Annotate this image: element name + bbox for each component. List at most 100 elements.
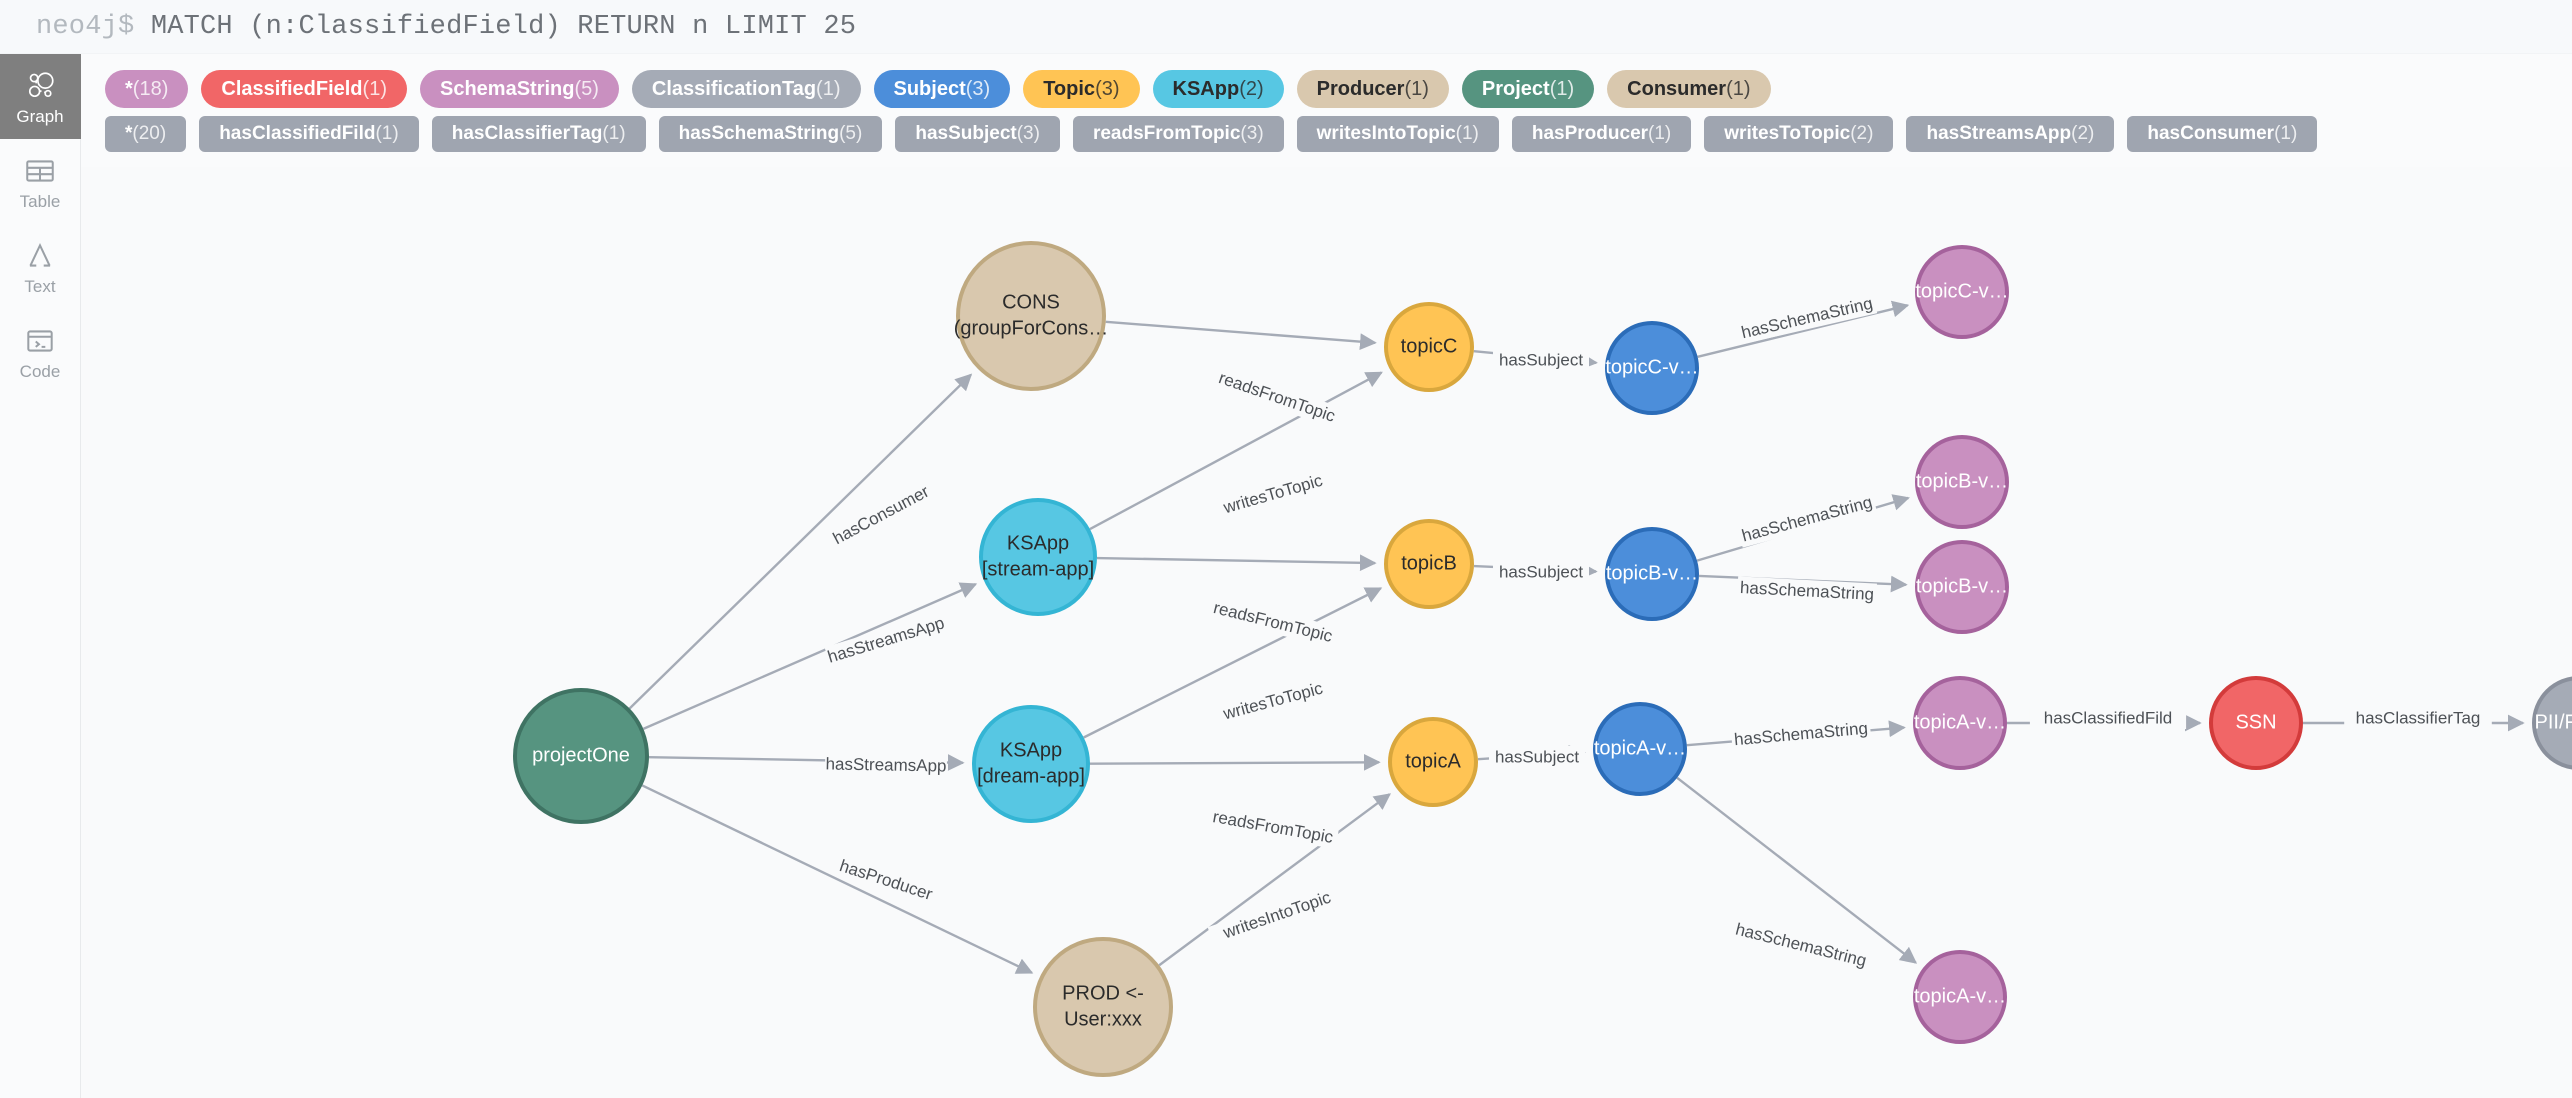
chip-count: (1) bbox=[1726, 77, 1751, 100]
graph-edge[interactable] bbox=[1096, 554, 1377, 572]
chip-count: (1) bbox=[375, 122, 399, 144]
node-circle[interactable] bbox=[2209, 676, 2303, 770]
graph-canvas[interactable]: hasConsumer hasStreamsApp hasStreamsApp has… bbox=[81, 167, 2572, 1098]
label-chip-SchemaString[interactable]: SchemaString (5) bbox=[419, 69, 619, 108]
graph-edge[interactable] bbox=[641, 784, 1034, 974]
graph-node-projectOne[interactable]: projectOne bbox=[513, 688, 649, 824]
graph-node-prod[interactable]: PROD <-User:xxx bbox=[1033, 937, 1173, 1077]
label-chip-Consumer[interactable]: Consumer (1) bbox=[1607, 69, 1771, 108]
neo4j-browser-graph-view: neo4j$ MATCH (n:ClassifiedField) RETURN … bbox=[0, 0, 2572, 1098]
chip-name: ClassifiedField bbox=[221, 77, 363, 100]
edge-line bbox=[1105, 320, 1377, 351]
graph-edge[interactable] bbox=[628, 373, 973, 710]
edge-label-group: hasSchemaString bbox=[1737, 576, 1877, 606]
label-chip-Producer[interactable]: Producer (1) bbox=[1296, 69, 1449, 108]
graph-node-schB1[interactable]: topicB-v… bbox=[1915, 435, 2009, 529]
chip-count: (5) bbox=[574, 77, 599, 100]
graph-node-ssn[interactable]: SSN bbox=[2209, 676, 2303, 770]
node-circle[interactable] bbox=[956, 241, 1106, 391]
graph-node-subjB[interactable]: topicB-v… bbox=[1605, 527, 1699, 621]
legend-area: * (18) ClassifiedField (1) SchemaString (5) Cl… bbox=[81, 54, 2572, 167]
chip-name: ClassificationTag bbox=[651, 77, 817, 100]
edge-label-group: readsFromTopic bbox=[1206, 804, 1340, 850]
node-circle[interactable] bbox=[1913, 950, 2007, 1044]
edge-label-backdrop bbox=[1493, 349, 1589, 371]
sidebar-item-graph[interactable]: Graph bbox=[0, 54, 81, 139]
graph-node-schC1[interactable]: topicC-v… bbox=[1915, 245, 2009, 339]
sidebar-item-text[interactable]: Text bbox=[0, 224, 81, 309]
label-chip-KSApp[interactable]: KSApp (2) bbox=[1152, 69, 1284, 108]
chip-name: hasClassifiedFild bbox=[219, 122, 376, 144]
query-text: neo4j$ MATCH (n:ClassifiedField) RETURN … bbox=[36, 12, 856, 42]
relationship-chip-hasStreamsApp[interactable]: hasStreamsApp (2) bbox=[1906, 115, 2115, 152]
sidebar-item-label: Table bbox=[19, 191, 61, 211]
node-circle[interactable] bbox=[1605, 321, 1699, 415]
chip-name: KSApp bbox=[1172, 77, 1240, 100]
graph-edge[interactable] bbox=[642, 582, 978, 730]
relationship-chip-hasClassifiedFild[interactable]: hasClassifiedFild (1) bbox=[199, 115, 419, 152]
node-circle[interactable] bbox=[2532, 676, 2572, 770]
label-chip-ClassifiedField[interactable]: ClassifiedField (1) bbox=[201, 69, 407, 108]
edge-label-backdrop bbox=[1211, 674, 1335, 728]
graph-node-topicB[interactable]: topicB bbox=[1384, 519, 1474, 609]
node-circle[interactable] bbox=[1915, 245, 2009, 339]
relationship-chip-hasClassifierTag[interactable]: hasClassifierTag (1) bbox=[431, 115, 646, 152]
graph-node-cons[interactable]: CONS(groupForCons… bbox=[954, 241, 1109, 391]
chip-count: (2) bbox=[1850, 122, 1874, 144]
chip-count: (2) bbox=[2071, 122, 2095, 144]
relationship-chip-all[interactable]: * (20) bbox=[105, 115, 187, 152]
graph-node-schB2[interactable]: topicB-v… bbox=[1915, 540, 2009, 634]
node-circle[interactable] bbox=[1384, 302, 1474, 392]
node-circle[interactable] bbox=[1033, 937, 1173, 1077]
node-circle[interactable] bbox=[972, 705, 1090, 823]
edge-label-backdrop bbox=[1489, 746, 1585, 768]
graph-node-ksappStream[interactable]: KSApp[stream-app] bbox=[979, 498, 1097, 616]
sidebar-item-table[interactable]: Table bbox=[0, 139, 81, 224]
graph-node-topicA[interactable]: topicA bbox=[1388, 717, 1478, 807]
node-circle[interactable] bbox=[1605, 527, 1699, 621]
edge-label-backdrop bbox=[829, 480, 933, 550]
label-chip-Subject[interactable]: Subject (3) bbox=[873, 69, 1011, 108]
relationship-chip-writesIntoTopic[interactable]: writesIntoTopic (1) bbox=[1296, 115, 1499, 152]
relationship-chip-readsFromTopic[interactable]: readsFromTopic (3) bbox=[1072, 115, 1284, 152]
relationship-chip-hasConsumer[interactable]: hasConsumer (1) bbox=[2127, 115, 2318, 152]
node-circle[interactable] bbox=[1913, 676, 2007, 770]
node-circle[interactable] bbox=[979, 498, 1097, 616]
label-chip-Topic[interactable]: Topic (3) bbox=[1023, 69, 1140, 108]
label-chip-all[interactable]: * (18) bbox=[105, 69, 189, 108]
node-circle[interactable] bbox=[1915, 435, 2009, 529]
graph-node-topicC[interactable]: topicC bbox=[1384, 302, 1474, 392]
edge-label-backdrop bbox=[1737, 576, 1877, 606]
view-mode-sidebar: Graph Table Text Code bbox=[0, 54, 81, 1098]
node-circle[interactable] bbox=[1915, 540, 2009, 634]
sidebar-item-code[interactable]: Code bbox=[0, 309, 81, 394]
node-circle[interactable] bbox=[1384, 519, 1474, 609]
graph-node-schA2[interactable]: topicA-v… bbox=[1913, 950, 2007, 1044]
graph-node-subjA[interactable]: topicA-v… bbox=[1593, 702, 1687, 796]
label-chip-Project[interactable]: Project (1) bbox=[1461, 69, 1595, 108]
graph-node-schA1[interactable]: topicA-v… bbox=[1913, 676, 2007, 770]
graph-edge[interactable] bbox=[1089, 753, 1381, 771]
node-circle[interactable] bbox=[1593, 702, 1687, 796]
node-circle[interactable] bbox=[1388, 717, 1478, 807]
chip-count: (1) bbox=[816, 77, 841, 100]
edge-label-backdrop bbox=[832, 853, 940, 907]
edge-label-group: hasStreamsApp bbox=[824, 752, 948, 778]
relationship-chip-writesToTopic[interactable]: writesToTopic (2) bbox=[1704, 115, 1894, 152]
graph-node-subjC[interactable]: topicC-v… bbox=[1605, 321, 1699, 415]
query-bar[interactable]: neo4j$ MATCH (n:ClassifiedField) RETURN … bbox=[0, 0, 2572, 54]
edge-label-group: writesToTopic bbox=[1211, 674, 1335, 728]
graph-node-ksappDream[interactable]: KSApp[dream-app] bbox=[972, 705, 1090, 823]
relationship-chip-hasSchemaString[interactable]: hasSchemaString (5) bbox=[658, 115, 883, 152]
relationship-chip-hasSubject[interactable]: hasSubject (3) bbox=[895, 115, 1060, 152]
edge-label-group: readsFromTopic bbox=[1211, 365, 1343, 429]
graph-node-pii[interactable]: PII/Fina… bbox=[2532, 676, 2572, 770]
label-chip-ClassificationTag[interactable]: ClassificationTag (1) bbox=[631, 69, 861, 108]
table-icon bbox=[23, 154, 57, 188]
edge-label-backdrop bbox=[1737, 490, 1877, 548]
graph-svg[interactable]: hasConsumer hasStreamsApp hasStreamsApp has… bbox=[81, 167, 2572, 1098]
edge-label-backdrop bbox=[1211, 466, 1335, 522]
graph-edge[interactable] bbox=[1105, 320, 1377, 351]
relationship-chip-hasProducer[interactable]: hasProducer (1) bbox=[1511, 115, 1692, 152]
node-circle[interactable] bbox=[513, 688, 649, 824]
